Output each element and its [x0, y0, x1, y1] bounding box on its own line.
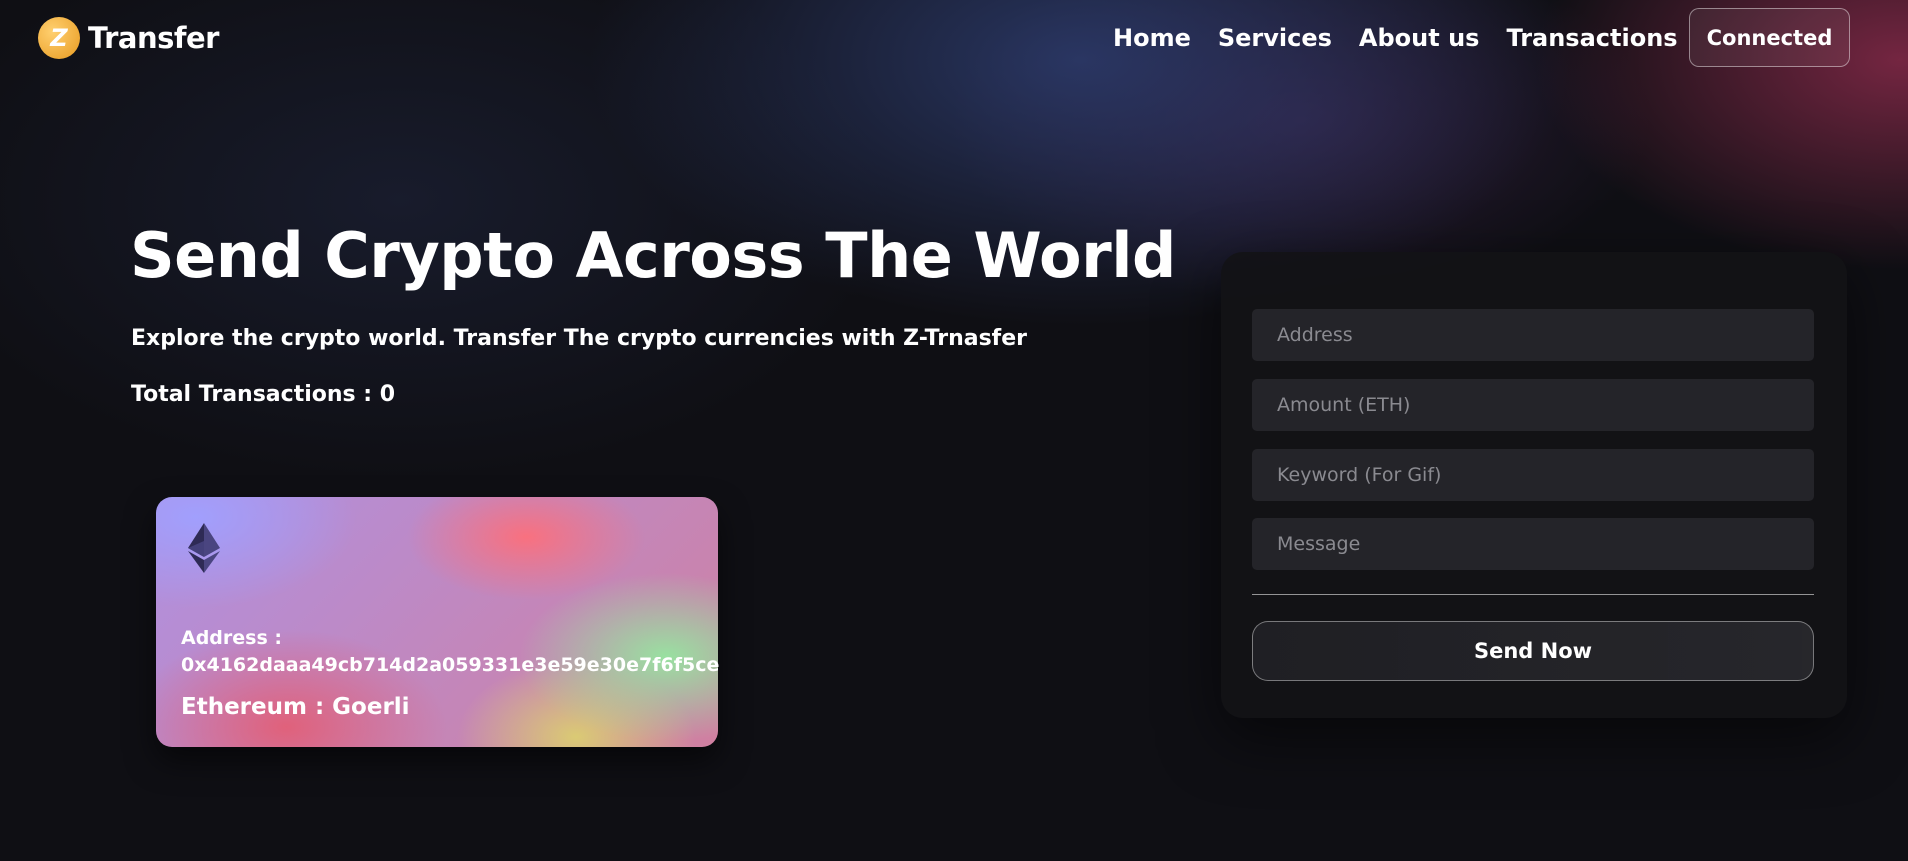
keyword-input[interactable] [1252, 449, 1814, 501]
navbar: Z Transfer Home Services About us Transa… [0, 0, 1908, 80]
page-title: Send Crypto Across The World [130, 219, 1176, 292]
logo-text: Transfer [88, 21, 219, 55]
logo[interactable]: Z Transfer [38, 17, 219, 59]
nav-link-services[interactable]: Services [1218, 24, 1332, 52]
card-network: Ethereum : Goerli [181, 694, 410, 720]
logo-icon: Z [38, 17, 80, 59]
nav-link-transactions[interactable]: Transactions [1506, 24, 1677, 52]
send-now-button[interactable]: Send Now [1252, 621, 1814, 681]
nav-links: Home Services About us Transactions [1113, 24, 1678, 52]
card-address: 0x4162daaa49cb714d2a059331e3e59e30e7f6f5… [181, 654, 720, 676]
transfer-form: Send Now [1221, 252, 1847, 718]
connect-wallet-button[interactable]: Connected [1689, 8, 1850, 67]
nav-link-about-us[interactable]: About us [1359, 24, 1480, 52]
address-input[interactable] [1252, 309, 1814, 361]
ethereum-icon [188, 523, 220, 573]
hero-subtitle: Explore the crypto world. Transfer The c… [131, 326, 1028, 351]
total-transactions: Total Transactions : 0 [131, 382, 396, 407]
nav-link-home[interactable]: Home [1113, 24, 1191, 52]
form-divider [1252, 594, 1814, 595]
amount-input[interactable] [1252, 379, 1814, 431]
wallet-card: Address : 0x4162daaa49cb714d2a059331e3e5… [156, 497, 720, 747]
message-input[interactable] [1252, 518, 1814, 570]
card-address-label: Address : [181, 627, 282, 649]
